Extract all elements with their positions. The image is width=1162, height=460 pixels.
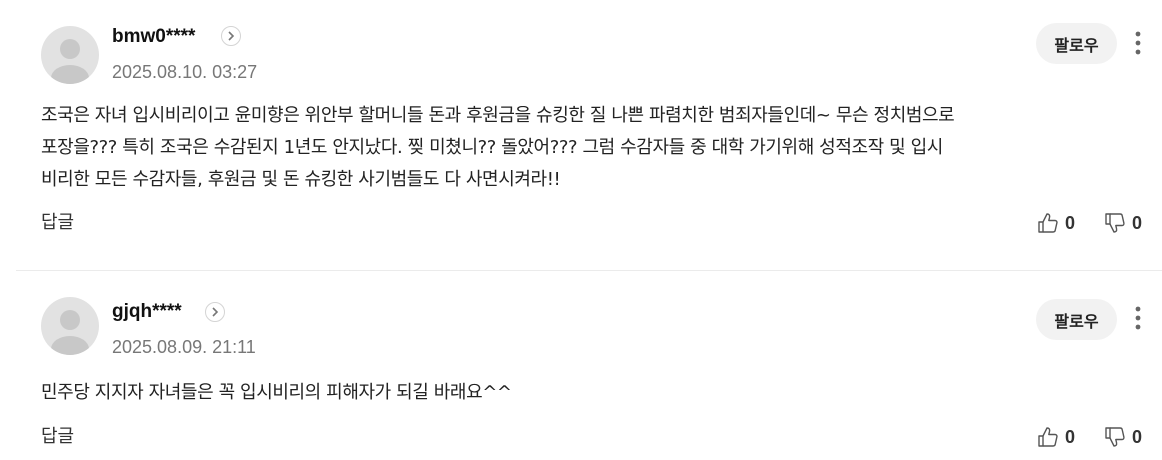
comment-body-line: 포장을??? 특히 조국은 수감된지 1년도 안지났다. 찢 미쳤니?? 돌았어… (41, 137, 943, 158)
comment-body-line: 민주당 지지자 자녀들은 꼭 입시비리의 피해자가 되길 바래요^^ (41, 382, 512, 403)
profile-link-button[interactable] (221, 26, 241, 46)
comment-body: 민주당 지지자 자녀들은 꼭 입시비리의 피해자가 되길 바래요^^ (41, 377, 1131, 409)
default-avatar-icon (41, 26, 99, 84)
like-button[interactable]: 0 (1037, 424, 1075, 450)
comment-item: gjqh**** 2025.08.09. 21:11 팔로우 민주당 지지자 자… (0, 271, 1162, 460)
chevron-right-icon (228, 31, 235, 41)
dislike-button[interactable]: 0 (1104, 424, 1142, 450)
profile-link-button[interactable] (205, 302, 225, 322)
reply-button[interactable]: 답글 (41, 424, 74, 450)
thumbs-up-icon (1038, 213, 1058, 233)
comment-body: 조국은 자녀 입시비리이고 윤미향은 위안부 할머니들 돈과 후원금을 슈킹한 … (41, 100, 1131, 196)
follow-button[interactable]: 팔로우 (1036, 299, 1117, 340)
more-vertical-icon (1135, 306, 1141, 330)
avatar[interactable] (41, 297, 99, 355)
comment-body-line: 비리한 모든 수감자들, 후원금 및 돈 슈킹한 사기범들도 다 사면시켜라!! (41, 169, 561, 190)
avatar[interactable] (41, 26, 99, 84)
comment-body-line: 조국은 자녀 입시비리이고 윤미향은 위안부 할머니들 돈과 후원금을 슈킹한 … (41, 105, 955, 126)
comment-date: 2025.08.10. 03:27 (112, 62, 258, 82)
thumbs-up-icon (1038, 427, 1058, 447)
chevron-right-icon (212, 307, 219, 317)
more-options-button[interactable] (1128, 28, 1148, 58)
like-count: 0 (1065, 426, 1076, 447)
more-options-button[interactable] (1128, 303, 1148, 333)
dislike-button[interactable]: 0 (1104, 210, 1142, 236)
like-button[interactable]: 0 (1037, 210, 1075, 236)
comment-item: bmw0**** 2025.08.10. 03:27 팔로우 조국은 자녀 입시… (0, 0, 1162, 270)
follow-button[interactable]: 팔로우 (1036, 23, 1117, 64)
dislike-count: 0 (1132, 212, 1143, 233)
thumbs-down-icon (1105, 213, 1125, 233)
comment-nickname[interactable]: gjqh**** (112, 300, 182, 324)
more-vertical-icon (1135, 31, 1141, 55)
like-count: 0 (1065, 212, 1076, 233)
dislike-count: 0 (1132, 426, 1143, 447)
default-avatar-icon (41, 297, 99, 355)
comment-nickname[interactable]: bmw0**** (112, 25, 195, 49)
thumbs-down-icon (1105, 427, 1125, 447)
comment-date: 2025.08.09. 21:11 (112, 337, 256, 357)
reply-button[interactable]: 답글 (41, 210, 74, 236)
